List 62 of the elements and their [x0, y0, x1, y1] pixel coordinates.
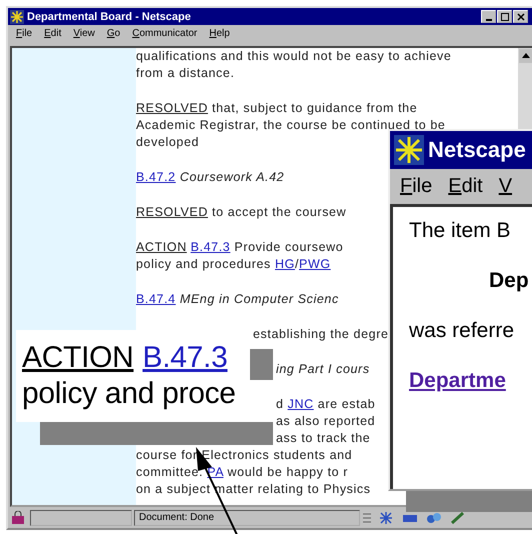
menu-item[interactable]: Help	[209, 28, 230, 42]
maximize-button[interactable]	[497, 10, 512, 23]
grip-icon	[362, 511, 372, 525]
status-text: Document: Done	[134, 510, 360, 526]
menu-item[interactable]: Edit	[44, 28, 62, 42]
menu-item[interactable]: File	[400, 175, 432, 198]
text: committee.	[136, 465, 204, 479]
window-title: Netscape	[428, 137, 526, 163]
text: to accept the coursew	[211, 205, 346, 219]
text: are estab	[316, 397, 376, 411]
maximize-icon	[500, 12, 508, 20]
menu-item[interactable]: View	[73, 28, 95, 42]
italic-text: MEng in Computer Scienc	[178, 292, 339, 306]
underlined-text: RESOLVED	[136, 101, 208, 115]
link[interactable]: HG	[274, 257, 295, 271]
close-button[interactable]	[513, 10, 528, 23]
link[interactable]: B.47.3	[190, 240, 230, 254]
close-icon	[516, 12, 524, 20]
minimize-button[interactable]	[481, 10, 496, 23]
text: course for Electronics students and	[136, 448, 352, 462]
link[interactable]: B.47.4	[136, 292, 176, 306]
drop-shadow	[250, 349, 273, 380]
text: establishing the degre	[253, 327, 389, 341]
star-logo-icon	[394, 135, 424, 165]
text: Provide coursewo	[233, 240, 344, 254]
link[interactable]: PA	[207, 465, 224, 479]
text: would be happy to r	[226, 465, 348, 479]
text: d	[276, 397, 285, 411]
link[interactable]: B.47.2	[136, 170, 176, 184]
menu-item[interactable]: Go	[106, 28, 120, 42]
menu-item[interactable]: File	[16, 28, 32, 42]
window-title: Departmental Board - Netscape	[27, 10, 192, 22]
text: policy and proce	[22, 377, 236, 410]
text: was referre	[409, 319, 516, 344]
italic-text: ing Part I cours	[276, 362, 370, 376]
italic-text: Coursework A.42	[178, 170, 284, 184]
text: policy and procedures	[136, 257, 272, 271]
text: Academic Registrar, the course be continued to be	[136, 118, 446, 132]
text: qualifications and this would not be easy to achieve	[136, 49, 452, 63]
text: from a distance.	[136, 66, 235, 80]
text: /	[294, 257, 300, 271]
scroll-up-arrow-icon[interactable]	[519, 49, 532, 63]
text: as also reported	[276, 414, 376, 428]
text: ass to track the	[276, 431, 370, 445]
underlined-text: ACTION	[136, 240, 187, 254]
heading: Dep	[488, 269, 530, 294]
menu-item[interactable]: Edit	[448, 175, 483, 198]
underlined-text: RESOLVED	[136, 205, 208, 219]
text: developed	[136, 135, 200, 149]
underlined-text: ACTION	[22, 341, 134, 374]
discussion-icon[interactable]	[424, 511, 444, 525]
link[interactable]: Departme	[409, 369, 506, 392]
text: on a subject matter relating to Physics	[136, 482, 371, 496]
link[interactable]: JNC	[288, 397, 314, 411]
text: The item B	[409, 219, 512, 244]
minimize-icon	[486, 18, 492, 20]
menu-item[interactable]: Communicator	[132, 28, 198, 42]
menu-item[interactable]: V	[498, 175, 512, 198]
link[interactable]: B.47.3	[142, 341, 228, 374]
text: that, subject to guidance from the	[211, 101, 418, 115]
link[interactable]: PWG	[299, 257, 331, 271]
star-logo-icon	[10, 10, 24, 24]
